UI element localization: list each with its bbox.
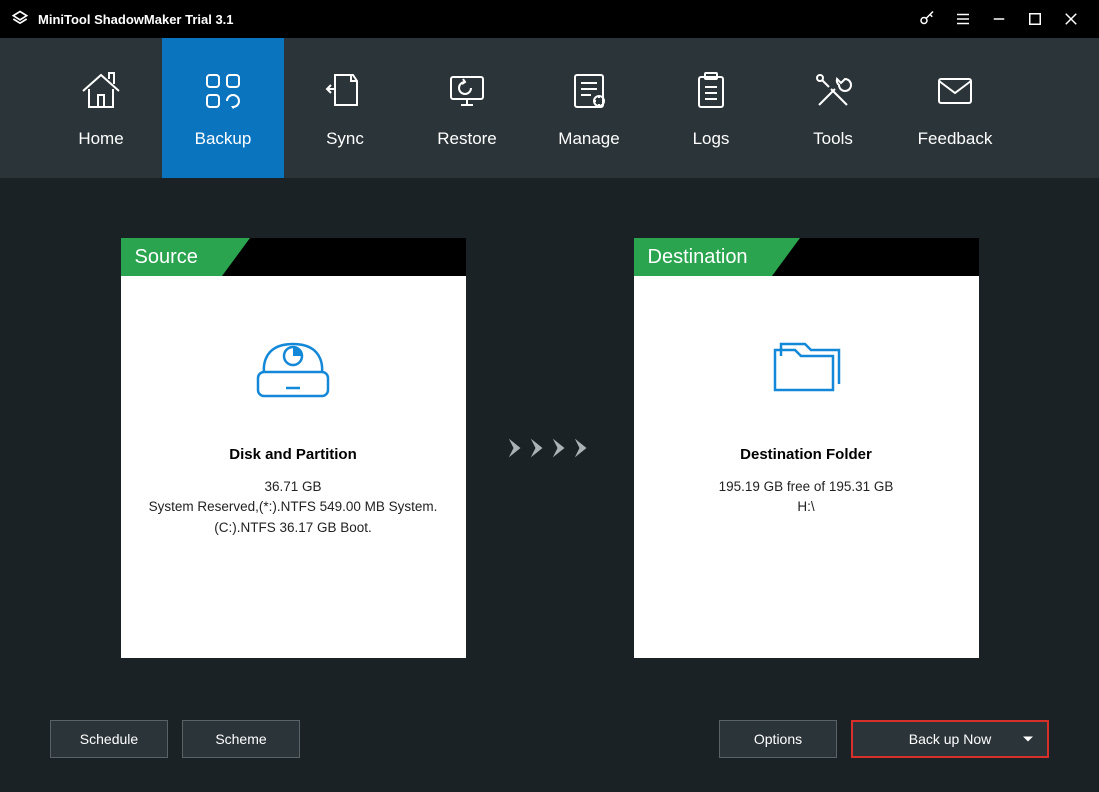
- destination-free: 195.19 GB free of 195.31 GB: [703, 477, 910, 497]
- source-tab-label: Source: [121, 238, 222, 276]
- main-nav: Home Backup Sync: [0, 38, 1099, 178]
- close-icon[interactable]: [1053, 0, 1089, 38]
- nav-logs[interactable]: Logs: [650, 38, 772, 178]
- folder-icon: [761, 326, 851, 406]
- nav-label: Home: [78, 129, 123, 149]
- scheme-button[interactable]: Scheme: [182, 720, 300, 758]
- destination-heading: Destination Folder: [740, 446, 872, 463]
- nav-tools[interactable]: Tools: [772, 38, 894, 178]
- maximize-icon[interactable]: [1017, 0, 1053, 38]
- nav-label: Restore: [437, 129, 497, 149]
- nav-sync[interactable]: Sync: [284, 38, 406, 178]
- menu-icon[interactable]: [945, 0, 981, 38]
- backup-now-label: Back up Now: [909, 731, 991, 747]
- source-heading: Disk and Partition: [229, 446, 357, 463]
- nav-feedback[interactable]: Feedback: [894, 38, 1016, 178]
- options-button[interactable]: Options: [719, 720, 837, 758]
- nav-label: Sync: [326, 129, 364, 149]
- destination-tab-label: Destination: [634, 238, 772, 276]
- restore-icon: [443, 67, 491, 115]
- nav-label: Manage: [558, 129, 619, 149]
- sync-icon: [321, 67, 369, 115]
- source-detail: (C:).NTFS 36.17 GB Boot.: [198, 518, 388, 538]
- disk-icon: [248, 326, 338, 406]
- manage-icon: [565, 67, 613, 115]
- schedule-button[interactable]: Schedule: [50, 720, 168, 758]
- nav-label: Backup: [195, 129, 252, 149]
- dropdown-caret-icon[interactable]: [1023, 737, 1033, 742]
- nav-label: Tools: [813, 129, 853, 149]
- minimize-icon[interactable]: [981, 0, 1017, 38]
- app-title: MiniTool ShadowMaker Trial 3.1: [38, 12, 234, 27]
- home-icon: [77, 67, 125, 115]
- backup-now-button[interactable]: Back up Now: [851, 720, 1049, 758]
- backup-icon: [199, 67, 247, 115]
- nav-label: Logs: [693, 129, 730, 149]
- destination-path: H:\: [781, 497, 830, 517]
- tools-icon: [809, 67, 857, 115]
- app-logo-icon: [10, 9, 30, 29]
- feedback-icon: [931, 67, 979, 115]
- source-detail: System Reserved,(*:).NTFS 549.00 MB Syst…: [133, 497, 454, 517]
- nav-backup[interactable]: Backup: [162, 38, 284, 178]
- transfer-arrows-icon: [506, 434, 594, 462]
- source-panel[interactable]: Source Disk and Partition 36.71 GB Syst: [121, 238, 466, 658]
- nav-restore[interactable]: Restore: [406, 38, 528, 178]
- destination-panel[interactable]: Destination Destination Folder 195.19 GB…: [634, 238, 979, 658]
- nav-manage[interactable]: Manage: [528, 38, 650, 178]
- key-icon[interactable]: [909, 0, 945, 38]
- nav-label: Feedback: [918, 129, 993, 149]
- source-size: 36.71 GB: [248, 477, 337, 497]
- logs-icon: [687, 67, 735, 115]
- nav-home[interactable]: Home: [40, 38, 162, 178]
